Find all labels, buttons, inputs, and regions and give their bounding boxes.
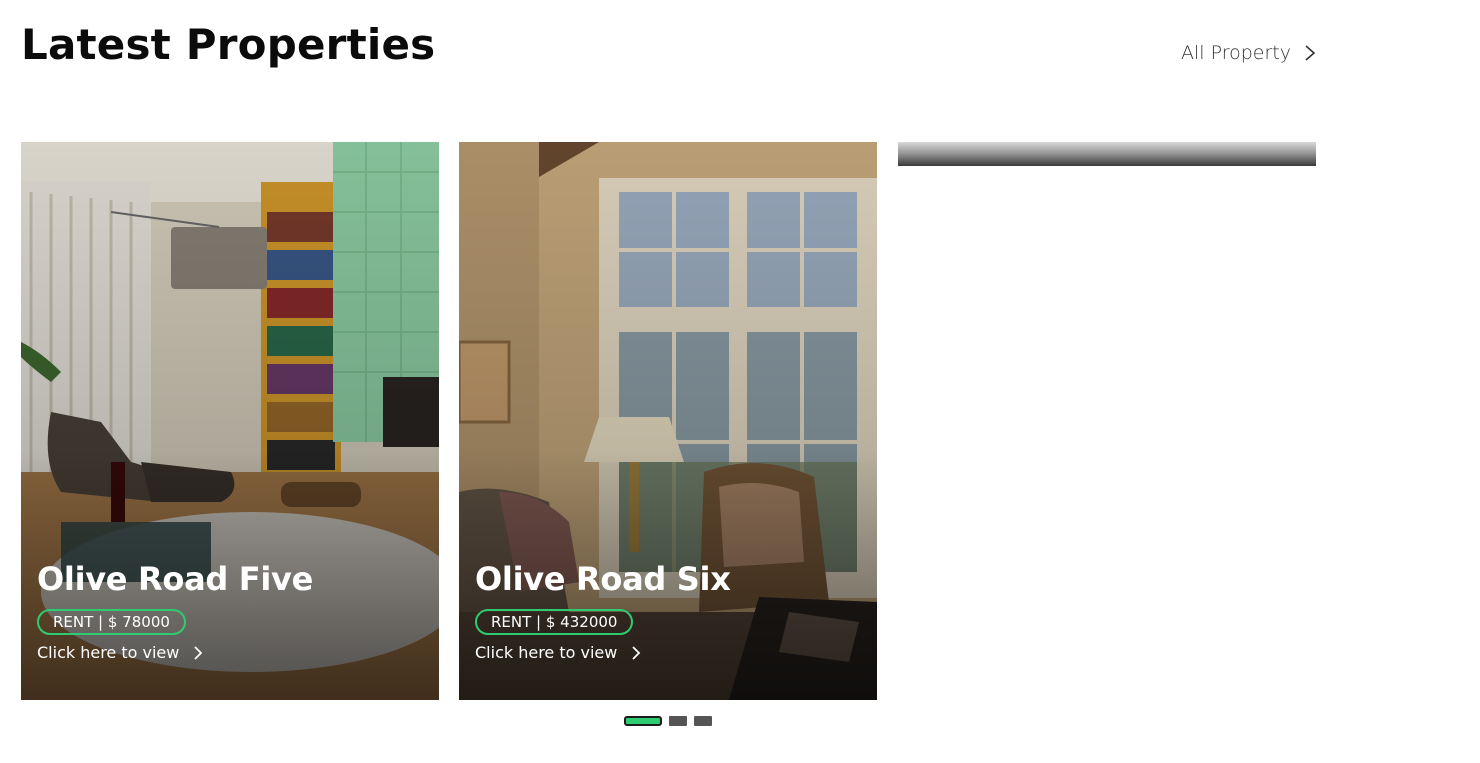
price-badge: RENT | $ 432000 — [475, 609, 634, 636]
carousel-dot-1[interactable] — [624, 716, 662, 726]
property-carousel[interactable]: Olive Road Five RENT | $ 78000 Click her… — [21, 142, 1316, 700]
all-property-label: All Property — [1181, 42, 1291, 64]
property-info: Olive Road Six RENT | $ 432000 Click her… — [475, 560, 731, 662]
carousel-dot-2[interactable] — [669, 716, 687, 726]
all-property-link[interactable]: All Property — [1181, 40, 1317, 66]
carousel-dot-3[interactable] — [694, 716, 712, 726]
view-link[interactable]: Click here to view — [475, 643, 731, 662]
chevron-right-icon — [1305, 45, 1316, 61]
price-badge: RENT | $ 78000 — [37, 609, 186, 636]
property-card[interactable]: Olive Road Five RENT | $ 78000 Click her… — [21, 142, 439, 700]
view-link-label: Click here to view — [37, 643, 180, 663]
property-card-loading — [898, 142, 1316, 166]
property-info: Olive Road Five RENT | $ 78000 Click her… — [37, 560, 314, 662]
carousel-pagination — [624, 716, 712, 726]
page-title: Latest Properties — [21, 20, 436, 69]
chevron-right-icon — [194, 646, 203, 660]
view-link-label: Click here to view — [475, 643, 618, 663]
property-name: Olive Road Five — [37, 560, 314, 598]
chevron-right-icon — [632, 646, 641, 660]
property-card[interactable]: Olive Road Six RENT | $ 432000 Click her… — [459, 142, 877, 700]
property-name: Olive Road Six — [475, 560, 731, 598]
view-link[interactable]: Click here to view — [37, 643, 313, 662]
